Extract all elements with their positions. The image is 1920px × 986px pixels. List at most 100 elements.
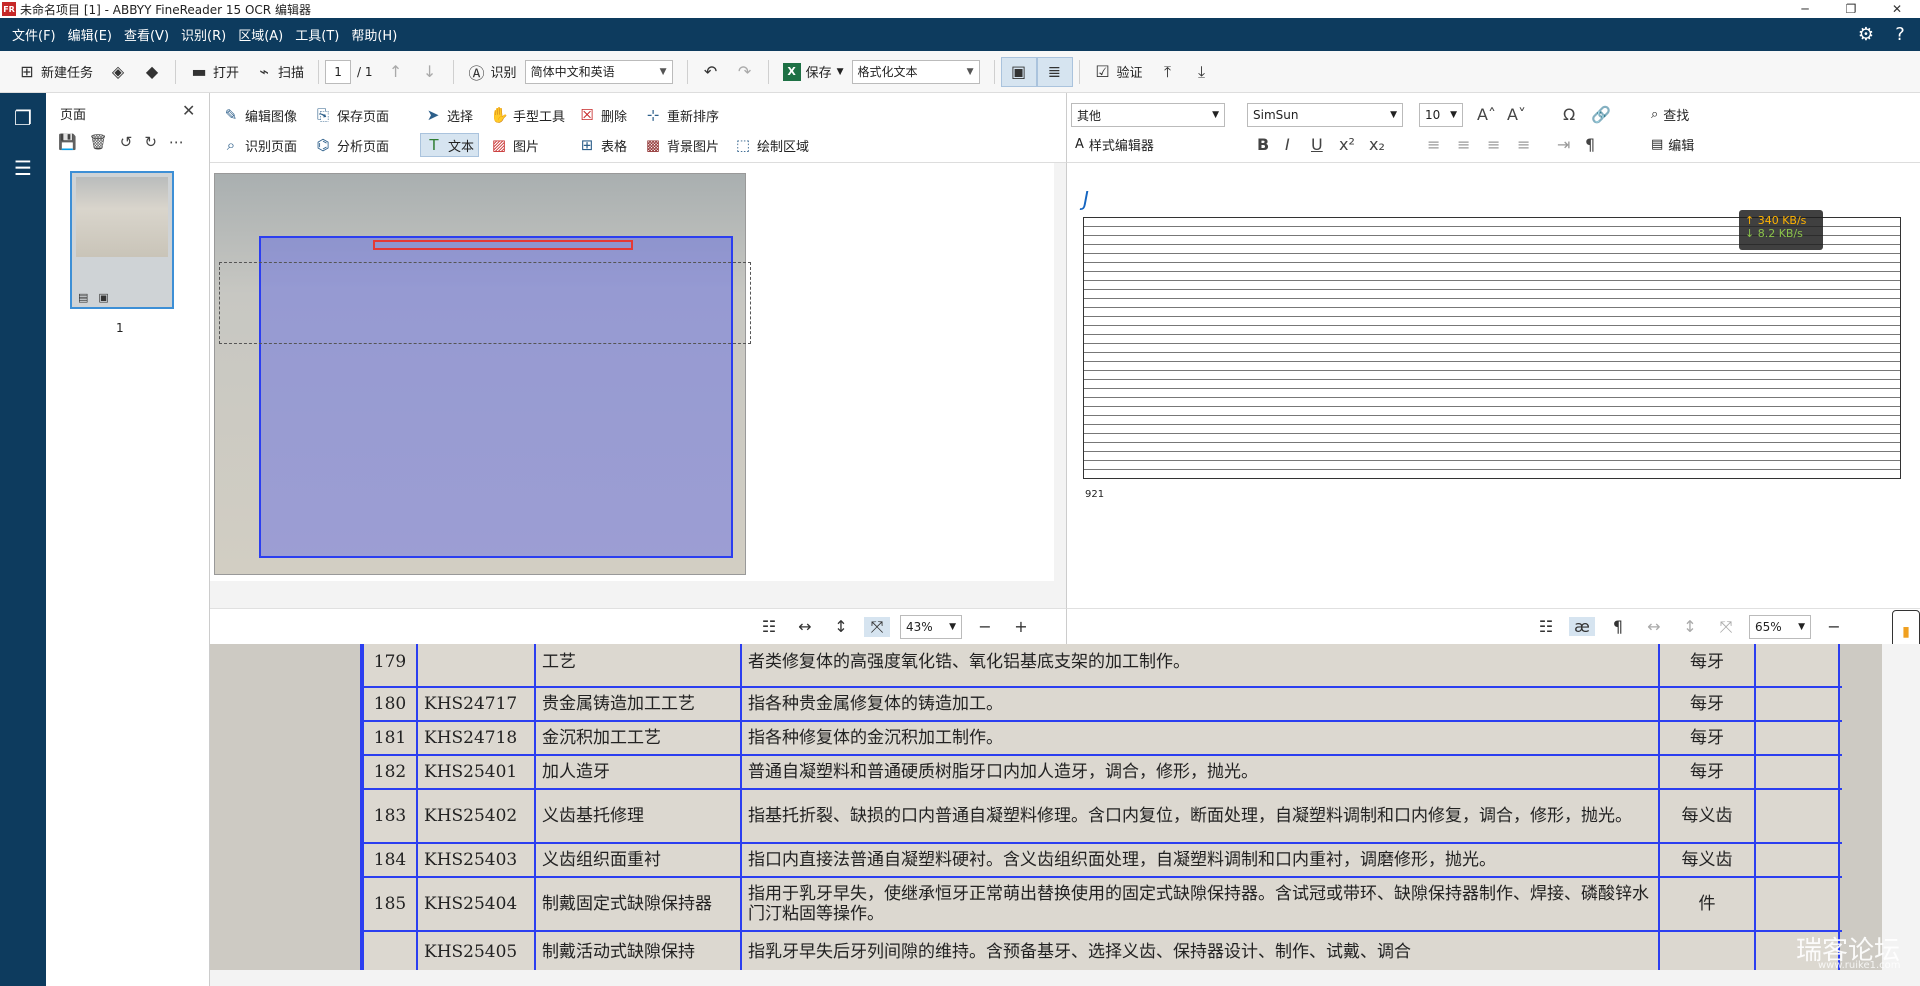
save-page-button[interactable]: ⎘ 保存页面	[310, 103, 393, 127]
recognize-button[interactable]: Ⓐ 识别	[460, 57, 525, 87]
new-task-button[interactable]: ⊞ 新建任务	[10, 57, 101, 87]
menu-file[interactable]: 文件(F)	[6, 18, 62, 51]
scanned-page-image[interactable]	[214, 173, 751, 575]
bold-icon[interactable]: B	[1257, 135, 1269, 154]
text-zoom-select[interactable]: 65% ▼	[1749, 614, 1811, 639]
picture-area-button[interactable]: ▨ 图片	[486, 133, 543, 157]
format-select[interactable]: 格式化文本 ▼	[851, 59, 980, 84]
draw-area-button[interactable]: ⬚ 绘制区域	[730, 133, 813, 157]
verify-button[interactable]: ☑ 验证	[1086, 57, 1151, 87]
page-number-input[interactable]: 1	[325, 59, 352, 84]
fit-width-icon[interactable]: ↔	[792, 617, 818, 636]
doc-footer[interactable]: 921	[1085, 489, 1104, 500]
increase-font-icon[interactable]: A˄	[1477, 105, 1496, 124]
gear-icon[interactable]: ⚙	[1854, 24, 1878, 45]
delete-area-button[interactable]: ☒ 删除	[574, 103, 631, 127]
close-icon[interactable]: ✕	[182, 101, 195, 120]
italic-icon[interactable]: I	[1285, 135, 1290, 154]
style-editor-button[interactable]: A 样式编辑器	[1075, 135, 1154, 154]
prev-uncertain-button[interactable]: ⤒	[1151, 57, 1185, 87]
pages-icon[interactable]: ❐	[0, 93, 46, 143]
zoom-vertical-scrollbar[interactable]	[1882, 644, 1920, 970]
fit-height-icon[interactable]: ↕	[828, 617, 854, 636]
chevron-down-icon[interactable]: ▼	[837, 67, 844, 77]
page-down-button[interactable]: ↓	[413, 57, 447, 87]
recognize-page-button[interactable]: ⌕ 识别页面	[218, 133, 301, 157]
help-icon[interactable]: ?	[1888, 24, 1912, 45]
zoom-in-icon[interactable]: +	[1008, 617, 1034, 636]
list-view-icon[interactable]: ☷	[756, 617, 782, 636]
undo-button[interactable]: ↶	[694, 57, 728, 87]
language-select[interactable]: 简体中文和英语 ▼	[524, 59, 673, 84]
open-button[interactable]: ▬ 打开	[182, 57, 247, 87]
paragraph-marks-icon[interactable]: ¶	[1585, 135, 1595, 154]
zoom-out-icon[interactable]: −	[1821, 617, 1847, 636]
layers-button[interactable]: ◆	[135, 57, 169, 87]
picture-area-block[interactable]	[373, 240, 633, 250]
align-left-icon[interactable]: ≡	[1427, 135, 1440, 154]
zoom-horizontal-scrollbar[interactable]	[210, 970, 1920, 986]
subscript-icon[interactable]: x₂	[1369, 135, 1385, 154]
add-layers-button[interactable]: ◈	[101, 57, 135, 87]
font-size-select[interactable]: 10 ▼	[1419, 103, 1463, 127]
list-view-icon[interactable]: ☷	[1533, 617, 1559, 636]
fit-page-icon[interactable]: ⤧	[1713, 617, 1739, 637]
redo-button[interactable]: ↷	[728, 57, 762, 87]
bg-picture-button[interactable]: ▩ 背景图片	[640, 133, 723, 157]
special-char-icon[interactable]: Ω	[1563, 105, 1575, 124]
save-icon[interactable]: 💾	[58, 133, 77, 151]
edit-image-button[interactable]: ✎ 编辑图像	[218, 103, 301, 127]
menu-view[interactable]: 查看(V)	[118, 18, 175, 51]
scan-button[interactable]: ⌁ 扫描	[247, 57, 312, 87]
fit-height-icon[interactable]: ↕	[1677, 617, 1703, 636]
doc-heading[interactable]: J	[1083, 187, 1089, 211]
fit-width-icon[interactable]: ↔	[1641, 617, 1667, 636]
table-area-button[interactable]: ⊞ 表格	[574, 133, 631, 157]
more-icon[interactable]: ⋯	[169, 133, 184, 151]
menu-help[interactable]: 帮助(H)	[345, 18, 403, 51]
trash-icon[interactable]: 🗑	[89, 133, 108, 151]
menu-tools[interactable]: 工具(T)	[289, 18, 345, 51]
page-thumbnail[interactable]: ▤ ▣	[70, 171, 174, 309]
font-select[interactable]: SimSun ▼	[1247, 103, 1403, 127]
find-button[interactable]: ⌕ 查找	[1651, 105, 1689, 124]
save-button[interactable]: X 保存 ▼	[775, 57, 852, 87]
rotate-left-icon[interactable]: ↺	[120, 133, 133, 151]
image-zoom-select[interactable]: 43% ▼	[900, 614, 962, 639]
justify-icon[interactable]: ≡	[1517, 135, 1530, 154]
zoom-out-icon[interactable]: −	[972, 617, 998, 636]
align-right-icon[interactable]: ≡	[1487, 135, 1500, 154]
rotate-right-icon[interactable]: ↻	[144, 133, 157, 151]
align-center-icon[interactable]: ≡	[1457, 135, 1470, 154]
paragraph-style-select[interactable]: 其他 ▼	[1071, 103, 1225, 127]
text-area-button[interactable]: T 文本	[420, 133, 480, 157]
link-icon[interactable]: 🔗	[1591, 105, 1611, 124]
minimize-button[interactable]: ─	[1782, 0, 1828, 18]
analyze-page-button[interactable]: ⌬ 分析页面	[310, 133, 393, 157]
text-view[interactable]: J 921 ↑ 340 KB/s ↓ 8.2 KB/s	[1066, 163, 1920, 608]
menu-area[interactable]: 区域(A)	[232, 18, 289, 51]
maximize-button[interactable]: ❐	[1828, 0, 1874, 18]
page-up-button[interactable]: ↑	[379, 57, 413, 87]
paragraph-marks-icon[interactable]: ¶	[1605, 617, 1631, 636]
menu-recognize[interactable]: 识别(R)	[175, 18, 232, 51]
select-tool-button[interactable]: ➤ 选择	[420, 103, 477, 127]
indent-icon[interactable]: ⇥	[1557, 135, 1570, 154]
edit-button[interactable]: ▤ 编辑	[1651, 135, 1694, 154]
close-window-button[interactable]: ✕	[1874, 0, 1920, 18]
next-uncertain-button[interactable]: ⤓	[1185, 57, 1219, 87]
superscript-icon[interactable]: x²	[1339, 135, 1355, 154]
menu-edit[interactable]: 编辑(E)	[62, 18, 118, 51]
decrease-font-icon[interactable]: A˅	[1507, 105, 1526, 124]
fit-page-icon[interactable]: ⤧	[864, 616, 890, 637]
image-view[interactable]	[210, 163, 1066, 593]
reorder-button[interactable]: ⊹ 重新排序	[640, 103, 723, 127]
zoom-window[interactable]: 179 工艺 者类修复体的高强度氧化锆、氧化铝基底支架的加工制作。 每牙 180…	[210, 644, 1882, 970]
image-view-toggle[interactable]: ▣	[1000, 56, 1037, 87]
text-view-toggle[interactable]: ≣	[1036, 56, 1073, 87]
underline-icon[interactable]: U	[1311, 135, 1323, 154]
list-icon[interactable]: ☰	[0, 143, 46, 193]
ligature-icon[interactable]: æ	[1569, 617, 1595, 636]
recognized-table[interactable]	[1083, 217, 1901, 479]
hand-tool-button[interactable]: ✋ 手型工具	[486, 103, 569, 127]
